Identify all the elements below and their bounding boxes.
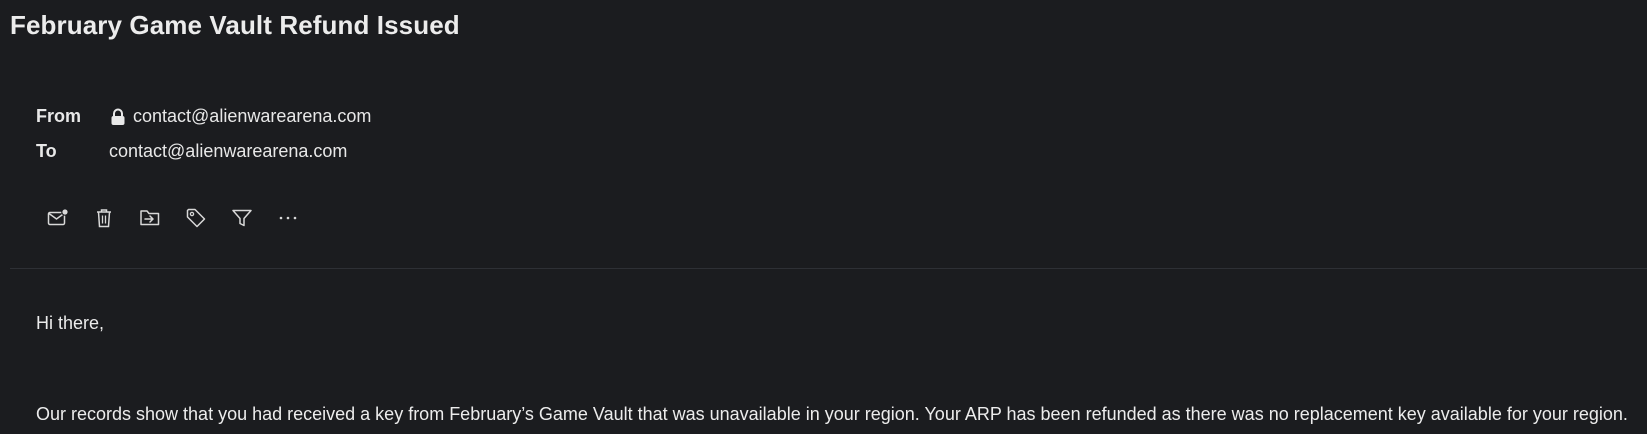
trash-icon <box>97 209 111 228</box>
mark-unread-button[interactable] <box>47 207 69 229</box>
tag-icon <box>186 208 206 228</box>
to-address[interactable]: contact@alienwarearena.com <box>109 141 347 162</box>
to-row: To contact@alienwarearena.com <box>36 134 371 169</box>
email-greeting: Hi there, <box>36 313 105 333</box>
filter-button[interactable] <box>231 207 253 229</box>
from-label: From <box>36 106 81 126</box>
email-paragraph: Our records show that you had received a… <box>36 404 1628 424</box>
email-headers: From contact@alienwarearena.com To conta… <box>36 99 371 169</box>
filter-icon <box>232 209 252 227</box>
delete-button[interactable] <box>93 207 115 229</box>
more-horizontal-icon <box>279 216 297 220</box>
from-row: From contact@alienwarearena.com <box>36 99 371 134</box>
move-button[interactable] <box>139 207 161 229</box>
move-to-folder-icon <box>140 210 160 226</box>
message-toolbar <box>47 207 323 229</box>
tag-button[interactable] <box>185 207 207 229</box>
from-value[interactable]: contact@alienwarearena.com <box>109 106 371 127</box>
lock-icon <box>109 107 127 127</box>
from-address: contact@alienwarearena.com <box>133 106 372 126</box>
more-button[interactable] <box>277 207 299 229</box>
envelope-dot-icon <box>47 208 69 226</box>
header-divider <box>10 268 1647 269</box>
to-label: To <box>36 141 57 161</box>
email-subject: February Game Vault Refund Issued <box>10 10 460 40</box>
